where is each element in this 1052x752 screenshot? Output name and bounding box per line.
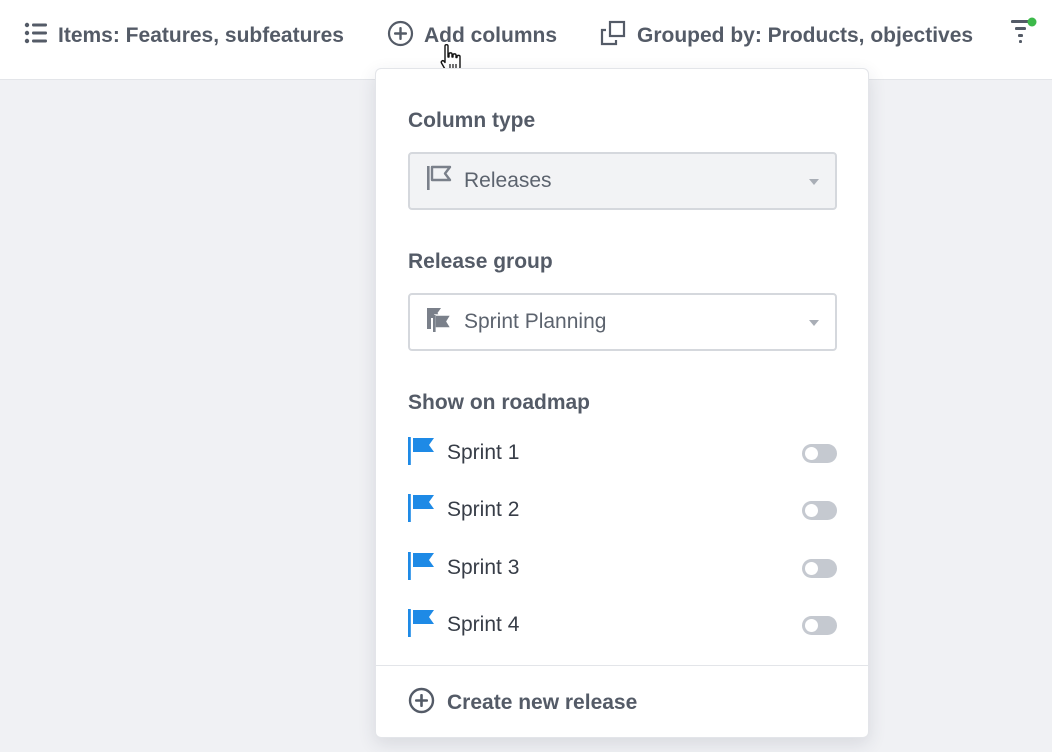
release-row: Sprint 2	[408, 493, 837, 527]
create-new-release-button[interactable]: Create new release	[408, 687, 637, 719]
flag-icon	[408, 608, 435, 642]
items-selector[interactable]: Items: Features, subfeatures	[24, 20, 344, 52]
release-name: Sprint 2	[447, 498, 520, 521]
show-on-roadmap-label: Show on roadmap	[408, 391, 591, 414]
flag-icon	[408, 436, 435, 470]
add-columns-button[interactable]: Add columns	[387, 20, 557, 52]
add-columns-label: Add columns	[424, 24, 558, 47]
release-group-icon	[426, 305, 453, 339]
release-name: Sprint 3	[447, 556, 520, 579]
create-new-release-label: Create new release	[447, 691, 638, 714]
group-icon	[600, 20, 627, 52]
filter-button[interactable]	[1008, 16, 1040, 52]
column-type-value: Releases	[464, 169, 552, 192]
release-row: Sprint 1	[408, 436, 837, 470]
release-group-value: Sprint Planning	[464, 310, 607, 333]
plus-circle-icon	[387, 20, 414, 53]
release-toggle[interactable]	[802, 444, 837, 463]
release-name: Sprint 4	[447, 613, 520, 636]
column-type-select[interactable]: Releases	[408, 152, 837, 210]
release-group-label: Release group	[408, 250, 553, 273]
list-icon	[24, 22, 48, 50]
flag-icon	[408, 493, 435, 527]
filter-icon	[1008, 16, 1038, 52]
add-columns-dropdown: Column type Releases Release group Sprin…	[375, 68, 869, 738]
release-toggle[interactable]	[802, 501, 837, 520]
release-toggle[interactable]	[802, 559, 837, 578]
flag-outline-icon	[426, 164, 452, 198]
items-selector-label: Items: Features, subfeatures	[58, 24, 344, 47]
release-toggle[interactable]	[802, 616, 837, 635]
chevron-down-icon	[809, 179, 819, 185]
release-row: Sprint 4	[408, 608, 837, 642]
column-type-label: Column type	[408, 109, 536, 132]
release-row: Sprint 3	[408, 551, 837, 585]
plus-circle-icon	[408, 687, 435, 720]
chevron-down-icon	[809, 320, 819, 326]
divider	[376, 665, 868, 666]
grouped-by-selector[interactable]: Grouped by: Products, objectives	[600, 20, 973, 52]
flag-icon	[408, 551, 435, 585]
release-group-select[interactable]: Sprint Planning	[408, 293, 837, 351]
grouped-by-label: Grouped by: Products, objectives	[637, 24, 974, 47]
release-name: Sprint 1	[447, 441, 520, 464]
